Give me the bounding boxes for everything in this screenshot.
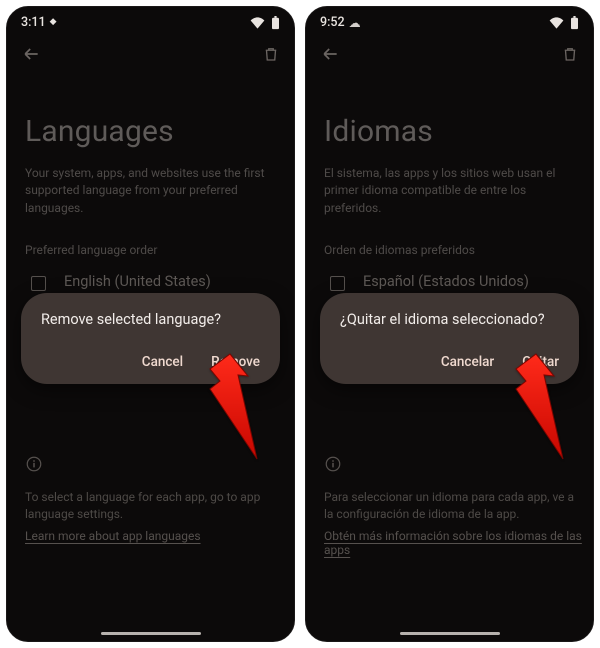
clock-text: 3:11: [21, 15, 46, 30]
nav-pill[interactable]: [400, 632, 500, 636]
trash-icon[interactable]: [561, 45, 579, 67]
section-label: Preferred language order: [7, 217, 294, 267]
wifi-icon: [549, 17, 564, 29]
confirm-dialog: Remove selected language? Cancel Remove: [21, 293, 280, 384]
remove-button[interactable]: Remove: [209, 350, 262, 374]
status-right: [250, 16, 280, 30]
app-header: [7, 34, 294, 72]
dialog-actions: Cancelar Quitar: [340, 350, 561, 374]
page-subtitle: Your system, apps, and websites use the …: [7, 165, 294, 217]
dialog-title: ¿Quitar el idioma seleccionado?: [340, 311, 561, 328]
info-icon: [25, 455, 43, 477]
page-subtitle: El sistema, las apps y los sitios web us…: [306, 165, 593, 217]
checkbox[interactable]: [330, 276, 345, 291]
phone-screen-right: 9:52 ☁ Idiomas El sistema, las apps y lo…: [305, 6, 594, 642]
wifi-icon: [250, 17, 265, 29]
cancel-button[interactable]: Cancelar: [439, 350, 496, 374]
checkbox[interactable]: [31, 276, 46, 291]
app-header: [306, 34, 593, 72]
status-left: 9:52 ☁: [320, 15, 361, 30]
notification-dot-icon: ◆: [50, 17, 57, 27]
dialog-actions: Cancel Remove: [41, 350, 262, 374]
learn-more-link[interactable]: Learn more about app languages: [25, 529, 201, 543]
clock-text: 9:52: [320, 15, 345, 30]
battery-icon: [271, 16, 280, 30]
learn-more-link[interactable]: Obtén más información sobre los idiomas …: [324, 529, 593, 557]
page-title: Idiomas: [306, 72, 593, 165]
phone-screen-left: 3:11 ◆ Languages Your system, apps, and …: [6, 6, 295, 642]
info-text: To select a language for each app, go to…: [25, 489, 276, 524]
status-left: 3:11 ◆: [21, 15, 57, 30]
trash-icon[interactable]: [262, 45, 280, 67]
status-right: [549, 16, 579, 30]
language-name: Español (Estados Unidos): [363, 273, 529, 290]
section-label: Orden de idiomas preferidos: [306, 217, 593, 267]
confirm-dialog: ¿Quitar el idioma seleccionado? Cancelar…: [320, 293, 579, 384]
status-bar: 9:52 ☁: [306, 7, 593, 34]
battery-icon: [570, 16, 579, 30]
back-icon[interactable]: [320, 44, 340, 68]
nav-pill[interactable]: [101, 632, 201, 636]
weather-cloud-icon: ☁: [349, 16, 361, 30]
language-name: English (United States): [64, 273, 211, 290]
cancel-button[interactable]: Cancel: [140, 350, 185, 374]
remove-button[interactable]: Quitar: [520, 350, 561, 374]
info-icon: [324, 455, 342, 477]
back-icon[interactable]: [21, 44, 41, 68]
page-title: Languages: [7, 72, 294, 165]
status-bar: 3:11 ◆: [7, 7, 294, 34]
dialog-title: Remove selected language?: [41, 311, 262, 328]
info-text: Para seleccionar un idioma para cada app…: [324, 489, 575, 524]
